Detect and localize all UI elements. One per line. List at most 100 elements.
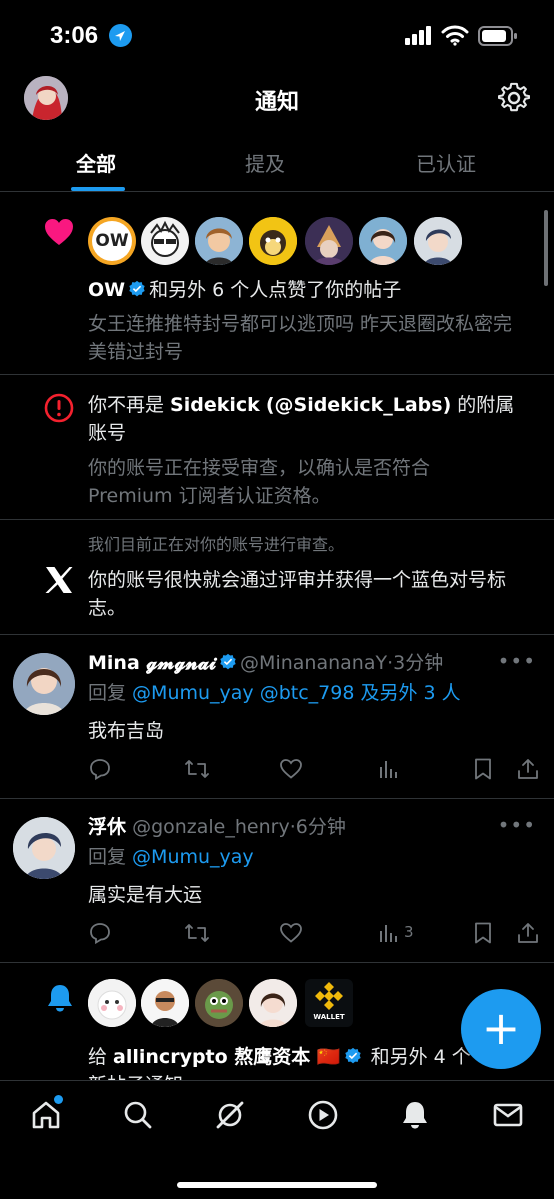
avatar-fuxiu[interactable] — [13, 817, 75, 879]
share-icon[interactable] — [516, 757, 540, 781]
reply-prefix: 回复 — [88, 846, 133, 868]
verified-badge-icon — [344, 1047, 361, 1064]
reply-prefix: 回复 — [88, 682, 133, 704]
page-title: 通知 — [254, 90, 299, 115]
subscription-actor[interactable]: allincrypto 熬鹰资本 🇨🇳 — [113, 1046, 341, 1068]
repost-icon[interactable] — [184, 757, 210, 781]
like-actor[interactable]: OW — [88, 279, 125, 301]
avatar-subscriber[interactable] — [141, 979, 189, 1027]
bookmark-icon[interactable] — [471, 921, 495, 945]
author-name[interactable]: 浮休 — [88, 816, 126, 838]
avatar-liker[interactable] — [141, 217, 189, 265]
reply-header: Mina 𝓰𝓶𝓰𝓷𝓪𝓲 @MinanananaY·3分钟 — [88, 649, 508, 677]
compose-button[interactable]: + — [461, 989, 541, 1069]
messages-mail-icon[interactable] — [492, 1099, 524, 1131]
post-time: ·6分钟 — [289, 816, 346, 838]
reply-to-mentions[interactable]: @Mumu_yay — [132, 846, 254, 868]
avatar-ow[interactable]: OW — [88, 217, 136, 265]
affiliation-title: 你不再是 Sidekick (@Sidekick_Labs) 的附属账号 — [88, 391, 528, 447]
active-tab-indicator — [71, 187, 125, 191]
reply-icon[interactable] — [88, 921, 112, 945]
like-icon[interactable] — [279, 757, 303, 781]
reply-to-mentions[interactable]: @Mumu_yay @btc_798 及另外 3 人 — [132, 682, 461, 704]
post-text[interactable]: 属实是有大运 — [88, 881, 528, 909]
reply-icon[interactable] — [88, 757, 112, 781]
review-notice: 我们目前正在对你的账号进行审查。 — [88, 535, 345, 554]
avatar-subscriber[interactable] — [88, 979, 136, 1027]
like-icon[interactable] — [279, 921, 303, 945]
alert-circle-icon — [44, 393, 74, 423]
status-time: 3:06 — [50, 22, 99, 49]
reply-context: 回复 @Mumu_yay @btc_798 及另外 3 人 — [88, 679, 518, 707]
affiliation-notification[interactable]: 你不再是 Sidekick (@Sidekick_Labs) 的附属账号 你的账… — [0, 375, 554, 520]
views-icon[interactable] — [376, 921, 400, 945]
avatar-liker[interactable] — [414, 217, 462, 265]
wallet-label: WALLET — [313, 1013, 345, 1021]
repost-icon[interactable] — [184, 921, 210, 945]
status-bar: 3:06 — [0, 0, 554, 74]
post-text[interactable]: 我布吉岛 — [88, 717, 528, 745]
subscription-suffix: 和另外 4 个 — [364, 1046, 471, 1068]
more-options-icon[interactable]: ••• — [498, 649, 536, 673]
reply-context: 回复 @Mumu_yay — [88, 843, 518, 871]
reply-post[interactable]: Mina 𝓰𝓶𝓰𝓷𝓪𝓲 @MinanananaY·3分钟 ••• 回复 @Mumu… — [0, 635, 554, 799]
review-notification[interactable]: 我们目前正在对你的账号进行审查。 你的账号很快就会通过评审并获得一个蓝色对号标志… — [0, 520, 554, 635]
affiliation-org-name[interactable]: Sidekick — [170, 394, 260, 416]
views-icon[interactable] — [376, 757, 400, 781]
author-name[interactable]: Mina 𝓰𝓶𝓰𝓷𝓪𝓲 — [88, 652, 216, 674]
like-notification[interactable]: OW OW 和另外 6 个人点赞了你的帖子 女王连推推特封号都可以逃顶吗 昨天退圈… — [0, 200, 554, 375]
post-actions — [88, 757, 540, 787]
avatar-liker[interactable] — [195, 217, 243, 265]
author-handle[interactable]: @MinanananaY — [240, 652, 387, 674]
avatar-subscriber[interactable] — [249, 979, 297, 1027]
avatar-liker[interactable] — [249, 217, 297, 265]
bookmark-icon[interactable] — [471, 757, 495, 781]
bottom-navigation — [0, 1080, 554, 1199]
wifi-icon — [441, 25, 469, 46]
reply-post[interactable]: 浮休 @gonzale_henry·6分钟 ••• 回复 @Mumu_yay 属… — [0, 799, 554, 963]
search-icon[interactable] — [122, 1099, 154, 1131]
like-summary: OW 和另外 6 个人点赞了你的帖子 — [88, 276, 528, 304]
home-unread-dot — [54, 1095, 63, 1104]
notifications-bell-icon[interactable] — [399, 1099, 431, 1131]
bell-icon — [48, 985, 72, 1012]
subscription-prefix: 给 — [88, 1046, 114, 1068]
share-icon[interactable] — [516, 921, 540, 945]
tab-all[interactable]: 全部 — [76, 148, 116, 177]
liked-post-text[interactable]: 女王连推推特封号都可以逃顶吗 昨天退圈改私密完美错过封号 — [88, 310, 524, 366]
avatar-liker[interactable] — [305, 217, 353, 265]
review-body: 你的账号很快就会通过评审并获得一个蓝色对号标志。 — [88, 569, 507, 619]
affiliation-title-prefix: 你不再是 — [88, 394, 171, 416]
cellular-signal-icon — [405, 26, 431, 45]
tab-mentions[interactable]: 提及 — [245, 148, 285, 177]
avatar-liker[interactable] — [359, 217, 407, 265]
affiliation-org-handle[interactable]: (@Sidekick_Labs) — [266, 394, 451, 416]
avatar-binance-wallet[interactable]: WALLET — [305, 979, 353, 1027]
views-count: 3 — [404, 923, 414, 941]
more-options-icon[interactable]: ••• — [498, 813, 536, 837]
verified-badge-icon — [220, 653, 236, 670]
scrollbar[interactable] — [544, 210, 548, 286]
like-action: 和另外 6 个人点赞了你的帖子 — [149, 279, 402, 301]
post-time: ·3分钟 — [387, 652, 444, 674]
settings-gear-icon[interactable] — [498, 82, 530, 114]
home-indicator — [177, 1182, 377, 1188]
verified-badge-icon — [129, 280, 145, 297]
grok-icon[interactable] — [214, 1099, 246, 1131]
heart-icon — [45, 219, 73, 245]
affiliation-body: 你的账号正在接受审查，以确认是否符合 Premium 订阅者认证资格。 — [88, 457, 431, 507]
reply-header: 浮休 @gonzale_henry·6分钟 — [88, 813, 508, 841]
notification-feed[interactable]: OW OW 和另外 6 个人点赞了你的帖子 女王连推推特封号都可以逃顶吗 昨天退圈… — [0, 200, 554, 1080]
battery-icon — [478, 26, 517, 46]
tab-verified[interactable]: 已认证 — [416, 148, 476, 177]
author-handle[interactable]: @gonzale_henry — [132, 816, 290, 838]
avatar-mina[interactable] — [13, 653, 75, 715]
video-play-icon[interactable] — [307, 1099, 339, 1131]
plus-icon: + — [481, 1001, 521, 1055]
header: 通知 — [0, 74, 554, 130]
avatar-badge-text: OW — [92, 221, 132, 261]
x-logo-icon — [45, 567, 73, 593]
post-actions: 3 — [88, 921, 540, 951]
avatar-subscriber[interactable] — [195, 979, 243, 1027]
location-icon — [109, 24, 132, 47]
